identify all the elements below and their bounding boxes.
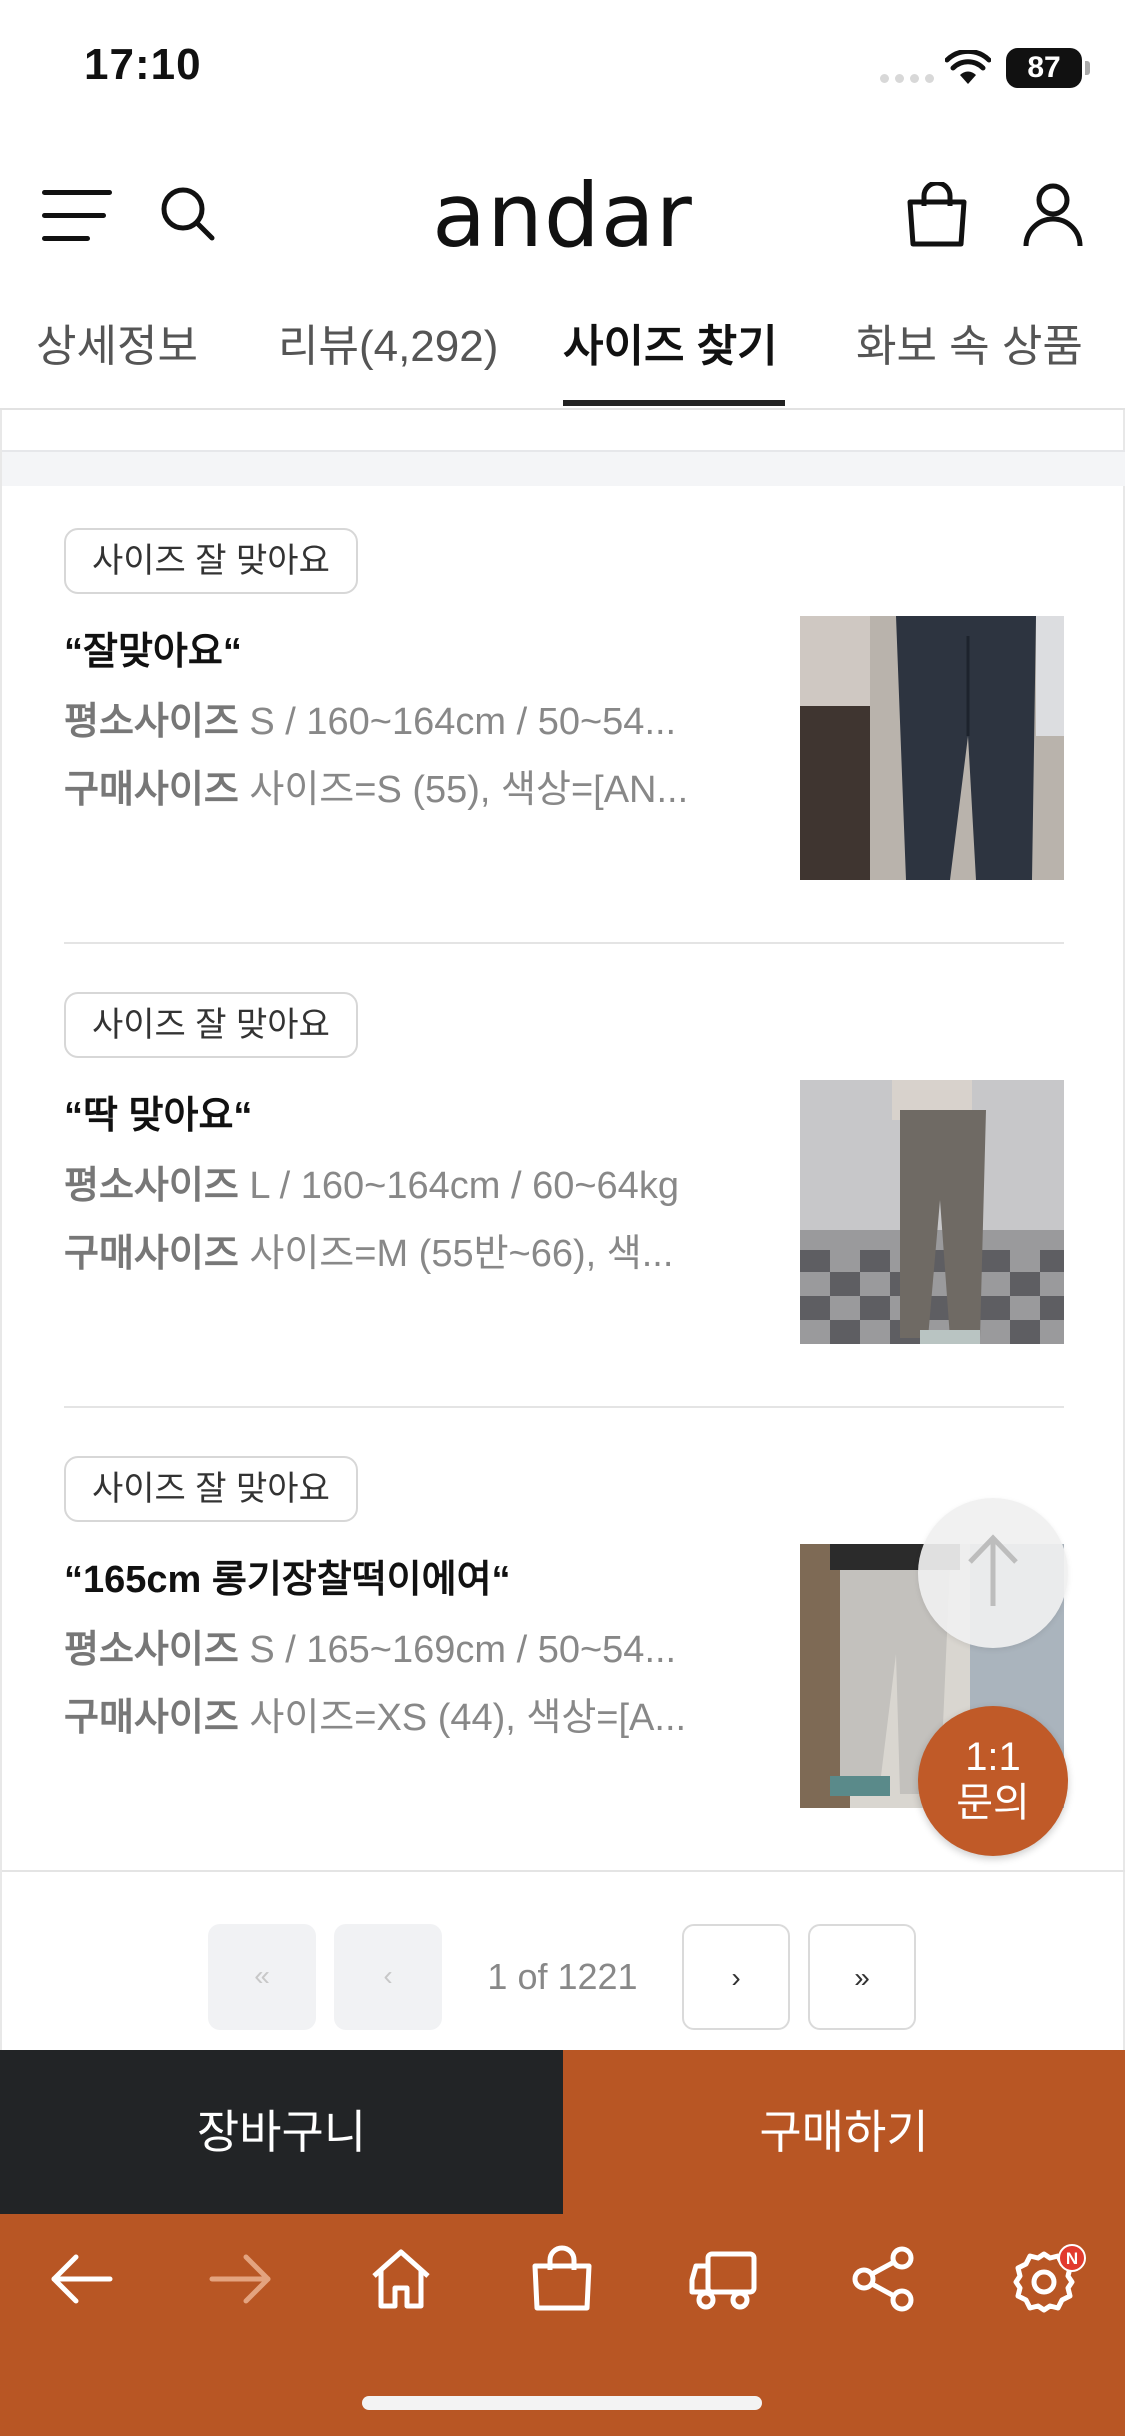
status-bar: 17:10 87 — [0, 0, 1125, 130]
usual-size-value: S / 165~169cm / 50~54... — [249, 1629, 677, 1671]
home-icon[interactable] — [366, 2244, 436, 2314]
one-on-one-inquiry-button[interactable]: 1:1 문의 — [918, 1706, 1068, 1856]
tab-lookbook-products[interactable]: 화보 속 상품 — [856, 310, 1083, 374]
purchased-size-value: 사이즈=XS (44), 색상=[A... — [249, 1697, 687, 1739]
review-title: “잘맞아요“ — [64, 631, 242, 673]
next-page-button[interactable]: › — [682, 1924, 790, 2030]
usual-size-value: S / 160~164cm / 50~54... — [249, 701, 677, 743]
tab-details[interactable]: 상세정보 — [36, 310, 198, 374]
battery-indicator: 87 — [1006, 48, 1090, 88]
last-page-button[interactable]: » — [808, 1924, 916, 2030]
purchased-size-value: 사이즈=S (55), 색상=[AN... — [249, 769, 689, 811]
fit-badge: 사이즈 잘 맞아요 — [64, 992, 358, 1058]
tab-reviews[interactable]: 리뷰(4,292) — [278, 310, 498, 374]
review-photo[interactable] — [800, 1080, 1064, 1344]
shopping-bag-icon[interactable] — [527, 2244, 597, 2314]
purchased-size: 구매사이즈 사이즈=XS (44), 색상=[A... — [64, 1686, 754, 1741]
share-icon[interactable] — [848, 2244, 918, 2314]
inquiry-label-line1: 1:1 — [965, 1735, 1021, 1779]
purchased-size-label: 구매사이즈 — [64, 1697, 239, 1739]
purchased-size-label: 구매사이즈 — [64, 1233, 239, 1275]
purchase-action-bar: 장바구니 구매하기 — [0, 2050, 1125, 2214]
review-photo[interactable] — [800, 616, 1064, 880]
home-indicator[interactable] — [362, 2396, 762, 2410]
tab-size-finder[interactable]: 사이즈 찾기 — [563, 310, 778, 374]
review-title: “딱 맞아요“ — [64, 1095, 253, 1137]
prev-page-button[interactable]: ‹ — [334, 1924, 442, 2030]
scroll-to-top-button[interactable] — [918, 1498, 1068, 1648]
tab-bar: 상세정보 리뷰(4,292) 사이즈 찾기 화보 속 상품 — [0, 292, 1125, 410]
wifi-icon — [945, 50, 991, 84]
arrow-up-icon — [968, 1534, 1018, 1606]
pagination: « ‹ 1 of 1221 › » — [0, 1920, 1125, 2030]
fit-badge: 사이즈 잘 맞아요 — [64, 1456, 358, 1522]
back-arrow-icon[interactable] — [46, 2244, 116, 2314]
purchased-size-value: 사이즈=M (55반~66), 색... — [249, 1233, 674, 1275]
usual-size-label: 평소사이즈 — [64, 1165, 239, 1207]
settings-gear-icon[interactable]: N — [1008, 2244, 1088, 2316]
review-divider — [64, 942, 1064, 944]
forward-arrow-icon[interactable] — [206, 2244, 276, 2314]
usual-size: 평소사이즈 S / 165~169cm / 50~54... — [64, 1618, 754, 1673]
user-icon[interactable] — [1022, 182, 1084, 248]
purchased-size: 구매사이즈 사이즈=S (55), 색상=[AN... — [64, 758, 754, 813]
purchased-size-label: 구매사이즈 — [64, 769, 239, 811]
shopping-bag-icon[interactable] — [905, 182, 969, 248]
usual-size-value: L / 160~164cm / 60~64kg — [249, 1165, 679, 1207]
active-tab-indicator — [563, 400, 785, 406]
buy-now-button[interactable]: 구매하기 — [563, 2050, 1125, 2214]
usual-size-label: 평소사이즈 — [64, 701, 239, 743]
review-divider — [64, 1406, 1064, 1408]
usual-size-label: 평소사이즈 — [64, 1629, 239, 1671]
review-title: “165cm 롱기장찰떡이에여“ — [64, 1559, 511, 1601]
section-separator — [2, 450, 1125, 486]
fit-badge: 사이즈 잘 맞아요 — [64, 528, 358, 594]
usual-size: 평소사이즈 L / 160~164cm / 60~64kg — [64, 1154, 754, 1209]
header: andar — [0, 160, 1125, 270]
list-bottom-divider — [2, 1870, 1125, 1872]
add-to-cart-button[interactable]: 장바구니 — [0, 2050, 563, 2214]
usual-size: 평소사이즈 S / 160~164cm / 50~54... — [64, 690, 754, 745]
status-time: 17:10 — [84, 40, 202, 89]
notification-badge: N — [1066, 2249, 1078, 2268]
first-page-button[interactable]: « — [208, 1924, 316, 2030]
delivery-truck-icon[interactable] — [688, 2244, 760, 2314]
page-indicator: 1 of 1221 — [487, 1956, 638, 1997]
purchased-size: 구매사이즈 사이즈=M (55반~66), 색... — [64, 1222, 754, 1277]
signal-icon — [880, 70, 940, 88]
inquiry-label-line2: 문의 — [956, 1781, 1030, 1825]
